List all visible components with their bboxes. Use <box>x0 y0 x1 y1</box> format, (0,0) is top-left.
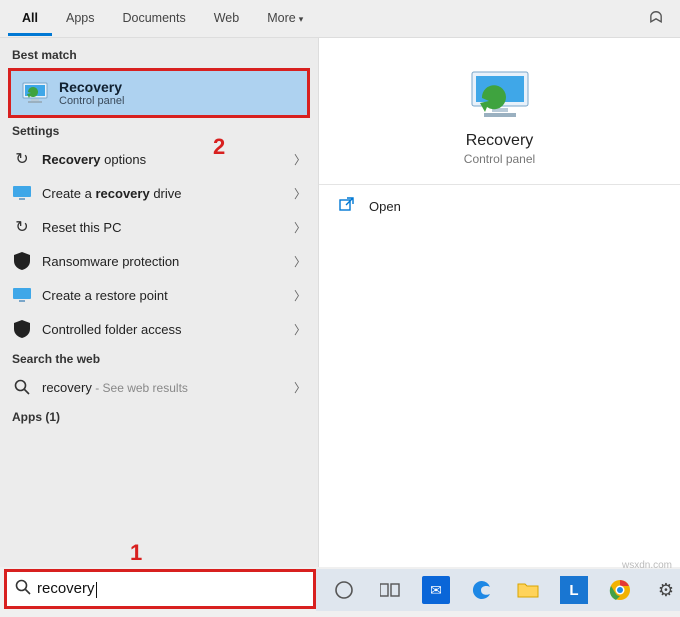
open-icon <box>339 197 357 216</box>
app-l-icon[interactable]: L <box>560 576 588 604</box>
chevron-right-icon: 〉 <box>294 379 306 396</box>
watermark: wsxdn.com <box>622 560 672 571</box>
tab-all[interactable]: All <box>8 1 52 36</box>
edge-icon[interactable] <box>468 576 496 604</box>
chevron-right-icon: 〉 <box>294 185 306 202</box>
sync-icon: ↻ <box>12 217 32 237</box>
bottom-bar: recovery ✉ L ⚙ <box>0 567 680 617</box>
tab-more[interactable]: More▾ <box>253 1 317 36</box>
shield-icon <box>12 319 32 339</box>
settings-item-create-recovery-drive[interactable]: Create a recovery drive 〉 <box>0 176 318 210</box>
chrome-icon[interactable] <box>606 576 634 604</box>
preview-title: Recovery <box>337 132 662 150</box>
search-value: recovery <box>37 580 97 597</box>
sync-icon: ↻ <box>12 149 32 169</box>
settings-item-restore-point[interactable]: Create a restore point 〉 <box>0 278 318 312</box>
chevron-right-icon: 〉 <box>294 253 306 270</box>
preview-pane: Recovery Control panel Open <box>318 38 680 567</box>
settings-item-reset-pc[interactable]: ↻ Reset this PC 〉 <box>0 210 318 244</box>
open-action[interactable]: Open <box>337 185 662 216</box>
chevron-down-icon: ▾ <box>299 14 304 24</box>
section-best-match: Best match <box>0 42 318 66</box>
taskbar: ✉ L ⚙ <box>316 569 680 611</box>
feedback-icon[interactable]: ᗣ <box>640 10 672 28</box>
recovery-icon-large <box>468 70 532 122</box>
tab-web[interactable]: Web <box>200 1 253 36</box>
monitor-icon <box>12 183 32 203</box>
best-match-subtitle: Control panel <box>59 95 124 107</box>
task-view-icon[interactable] <box>376 576 404 604</box>
search-input[interactable]: recovery <box>4 569 316 609</box>
section-settings: Settings <box>0 118 318 142</box>
preview-subtitle: Control panel <box>337 152 662 166</box>
chevron-right-icon: 〉 <box>294 287 306 304</box>
cortana-icon[interactable] <box>330 576 358 604</box>
best-match-result[interactable]: Recovery Control panel <box>8 68 310 118</box>
tab-documents[interactable]: Documents <box>108 1 199 36</box>
chevron-right-icon: 〉 <box>294 321 306 338</box>
web-result[interactable]: recovery - See web results 〉 <box>0 370 318 404</box>
search-icon <box>12 377 32 397</box>
tab-apps[interactable]: Apps <box>52 1 109 36</box>
shield-icon <box>12 251 32 271</box>
monitor-icon <box>12 285 32 305</box>
open-label: Open <box>369 199 401 214</box>
mail-icon[interactable]: ✉ <box>422 576 450 604</box>
settings-item-ransomware[interactable]: Ransomware protection 〉 <box>0 244 318 278</box>
section-search-web: Search the web <box>0 346 318 370</box>
section-apps-count: Apps (1) <box>0 404 318 428</box>
best-match-title: Recovery <box>59 79 124 95</box>
chevron-right-icon: 〉 <box>294 151 306 168</box>
results-pane: Best match Recovery Control panel Settin… <box>0 38 318 567</box>
search-scope-tabs: All Apps Documents Web More▾ ᗣ <box>0 0 680 38</box>
settings-item-controlled-folder[interactable]: Controlled folder access 〉 <box>0 312 318 346</box>
search-icon <box>15 579 31 600</box>
recovery-icon <box>21 79 49 107</box>
settings-item-recovery-options[interactable]: ↻ Recovery options 〉 <box>0 142 318 176</box>
file-explorer-icon[interactable] <box>514 576 542 604</box>
chevron-right-icon: 〉 <box>294 219 306 236</box>
settings-icon[interactable]: ⚙ <box>652 576 680 604</box>
